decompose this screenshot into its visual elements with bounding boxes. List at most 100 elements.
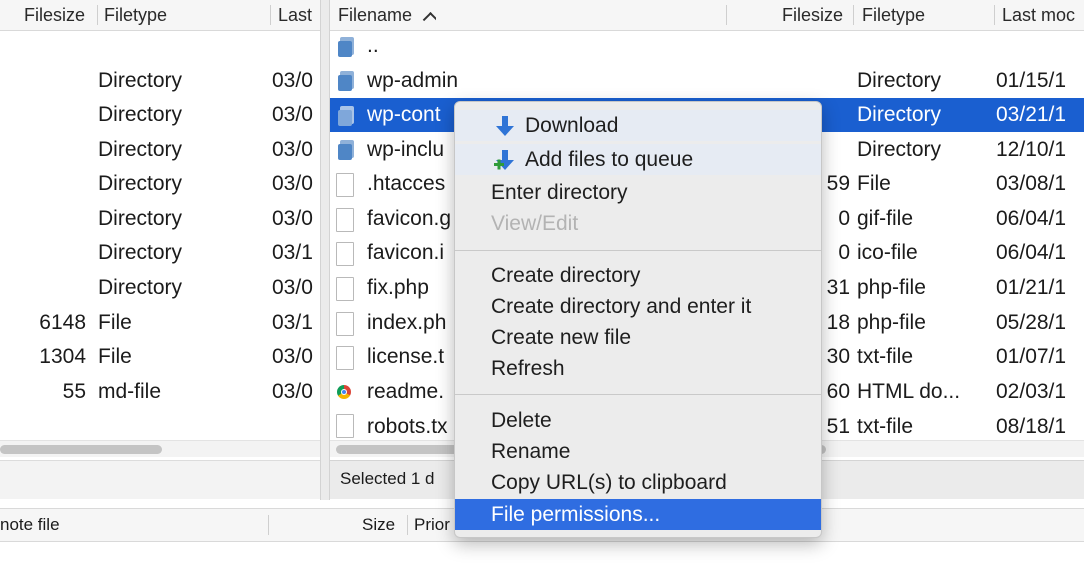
col-divider[interactable] — [270, 5, 271, 25]
menu-separator — [455, 394, 821, 395]
folder-icon — [338, 71, 356, 91]
menu-item-label: Download — [525, 114, 619, 137]
local-col-last[interactable]: Last — [278, 0, 312, 30]
file-date: 03/0 — [272, 345, 313, 368]
col-divider[interactable] — [268, 515, 269, 535]
file-type: Directory — [98, 172, 183, 195]
menu-item-label: Create new file — [491, 326, 632, 349]
file-icon — [336, 312, 354, 336]
menu-item-label: Enter directory — [491, 181, 628, 204]
file-size: 55 — [62, 380, 86, 403]
file-type: File — [98, 311, 132, 334]
menu-item-file-permissions[interactable]: File permissions... — [455, 499, 821, 530]
menu-item-add-to-queue[interactable]: Add files to queue — [455, 144, 821, 175]
local-horizontal-scrollbar[interactable] — [0, 440, 320, 457]
queue-col-priority[interactable]: Prior — [414, 515, 450, 535]
file-date: 03/0 — [272, 172, 313, 195]
local-col-filesize[interactable]: Filesize — [24, 0, 85, 30]
menu-item-label: Add files to queue — [525, 148, 694, 171]
menu-item-label: View/Edit — [491, 212, 579, 235]
menu-item-create-new-file[interactable]: Create new file — [455, 322, 821, 353]
file-icon — [336, 277, 354, 301]
file-type: Directory — [98, 207, 183, 230]
scrollbar-thumb[interactable] — [0, 445, 162, 454]
file-size: 6148 — [39, 311, 86, 334]
file-type: Directory — [98, 241, 183, 264]
file-type: Directory — [98, 276, 183, 299]
remote-col-filename[interactable]: Filename — [338, 0, 437, 30]
menu-item-download[interactable]: Download — [455, 110, 821, 141]
folder-icon — [338, 140, 356, 160]
col-divider[interactable] — [994, 5, 995, 25]
file-size — [0, 64, 86, 98]
file-type: Directory — [98, 103, 183, 126]
file-type: txt-file — [857, 345, 914, 368]
file-size — [0, 202, 86, 236]
file-type: php-file — [857, 311, 926, 334]
file-date: 06/04/1 — [996, 241, 1067, 264]
col-divider[interactable] — [407, 515, 408, 535]
download-arrow-icon — [496, 116, 514, 136]
file-date: 03/0 — [272, 380, 313, 403]
remote-col-filesize[interactable]: Filesize — [782, 0, 843, 30]
file-icon — [336, 242, 354, 266]
file-type: Directory — [98, 138, 183, 161]
menu-item-label: Create directory — [491, 264, 641, 287]
file-date: 03/1 — [272, 311, 313, 334]
col-divider[interactable] — [726, 5, 727, 25]
menu-separator — [455, 250, 821, 251]
menu-item-copy-url[interactable]: Copy URL(s) to clipboard — [455, 467, 821, 498]
file-date: 03/0 — [272, 69, 313, 92]
file-date: 03/21/1 — [996, 103, 1067, 126]
col-divider[interactable] — [853, 5, 854, 25]
menu-item-rename[interactable]: Rename — [455, 436, 821, 467]
add-to-queue-icon — [494, 150, 514, 170]
sort-ascending-icon — [422, 11, 437, 28]
file-date: 06/04/1 — [996, 207, 1067, 230]
file-type: Directory — [857, 69, 942, 92]
selection-status: Selected 1 d — [340, 469, 435, 488]
queue-col-size[interactable]: Size — [362, 515, 395, 535]
remote-header: Filename Filesize Filetype Last moc — [330, 0, 1084, 31]
remote-col-filetype[interactable]: Filetype — [862, 0, 925, 30]
file-type: md-file — [98, 380, 162, 403]
file-type: File — [98, 345, 132, 368]
file-date: 01/21/1 — [996, 276, 1067, 299]
file-name: wp-cont — [367, 103, 441, 126]
file-name: robots.tx — [367, 415, 448, 438]
menu-item-label: Refresh — [491, 357, 565, 380]
file-type: Directory — [857, 138, 942, 161]
remote-col-last-modified[interactable]: Last moc — [1002, 0, 1075, 30]
menu-item-label: Delete — [491, 409, 552, 432]
file-size: 1304 — [39, 345, 86, 368]
file-date: 01/07/1 — [996, 345, 1067, 368]
file-name: wp-admin — [367, 69, 459, 92]
menu-item-create-directory-enter[interactable]: Create directory and enter it — [455, 291, 821, 322]
file-date: 08/18/1 — [996, 415, 1067, 438]
queue-col-remote-file[interactable]: note file — [0, 515, 60, 535]
menu-item-refresh[interactable]: Refresh — [455, 353, 821, 384]
file-date: 03/0 — [272, 276, 313, 299]
pane-splitter[interactable] — [320, 0, 330, 500]
menu-item-label: File permissions... — [491, 503, 661, 526]
file-date: 03/0 — [272, 138, 313, 161]
file-date: 05/28/1 — [996, 311, 1067, 334]
menu-item-enter-directory[interactable]: Enter directory — [455, 177, 821, 208]
file-date: 03/0 — [272, 103, 313, 126]
local-col-filetype[interactable]: Filetype — [104, 0, 167, 30]
menu-item-delete[interactable]: Delete — [455, 405, 821, 436]
col-divider[interactable] — [97, 5, 98, 25]
file-date: 02/03/1 — [996, 380, 1067, 403]
folder-icon — [338, 106, 356, 126]
file-name: license.t — [367, 345, 445, 368]
file-type: php-file — [857, 276, 926, 299]
file-size — [0, 98, 86, 132]
menu-item-view-edit: View/Edit — [455, 208, 821, 239]
file-type: Directory — [857, 103, 942, 126]
menu-item-create-directory[interactable]: Create directory — [455, 260, 821, 291]
file-name: favicon.i — [367, 241, 445, 264]
file-date: 12/10/1 — [996, 138, 1067, 161]
file-name: wp-inclu — [367, 138, 445, 161]
file-icon — [336, 208, 354, 232]
file-size — [0, 133, 86, 167]
